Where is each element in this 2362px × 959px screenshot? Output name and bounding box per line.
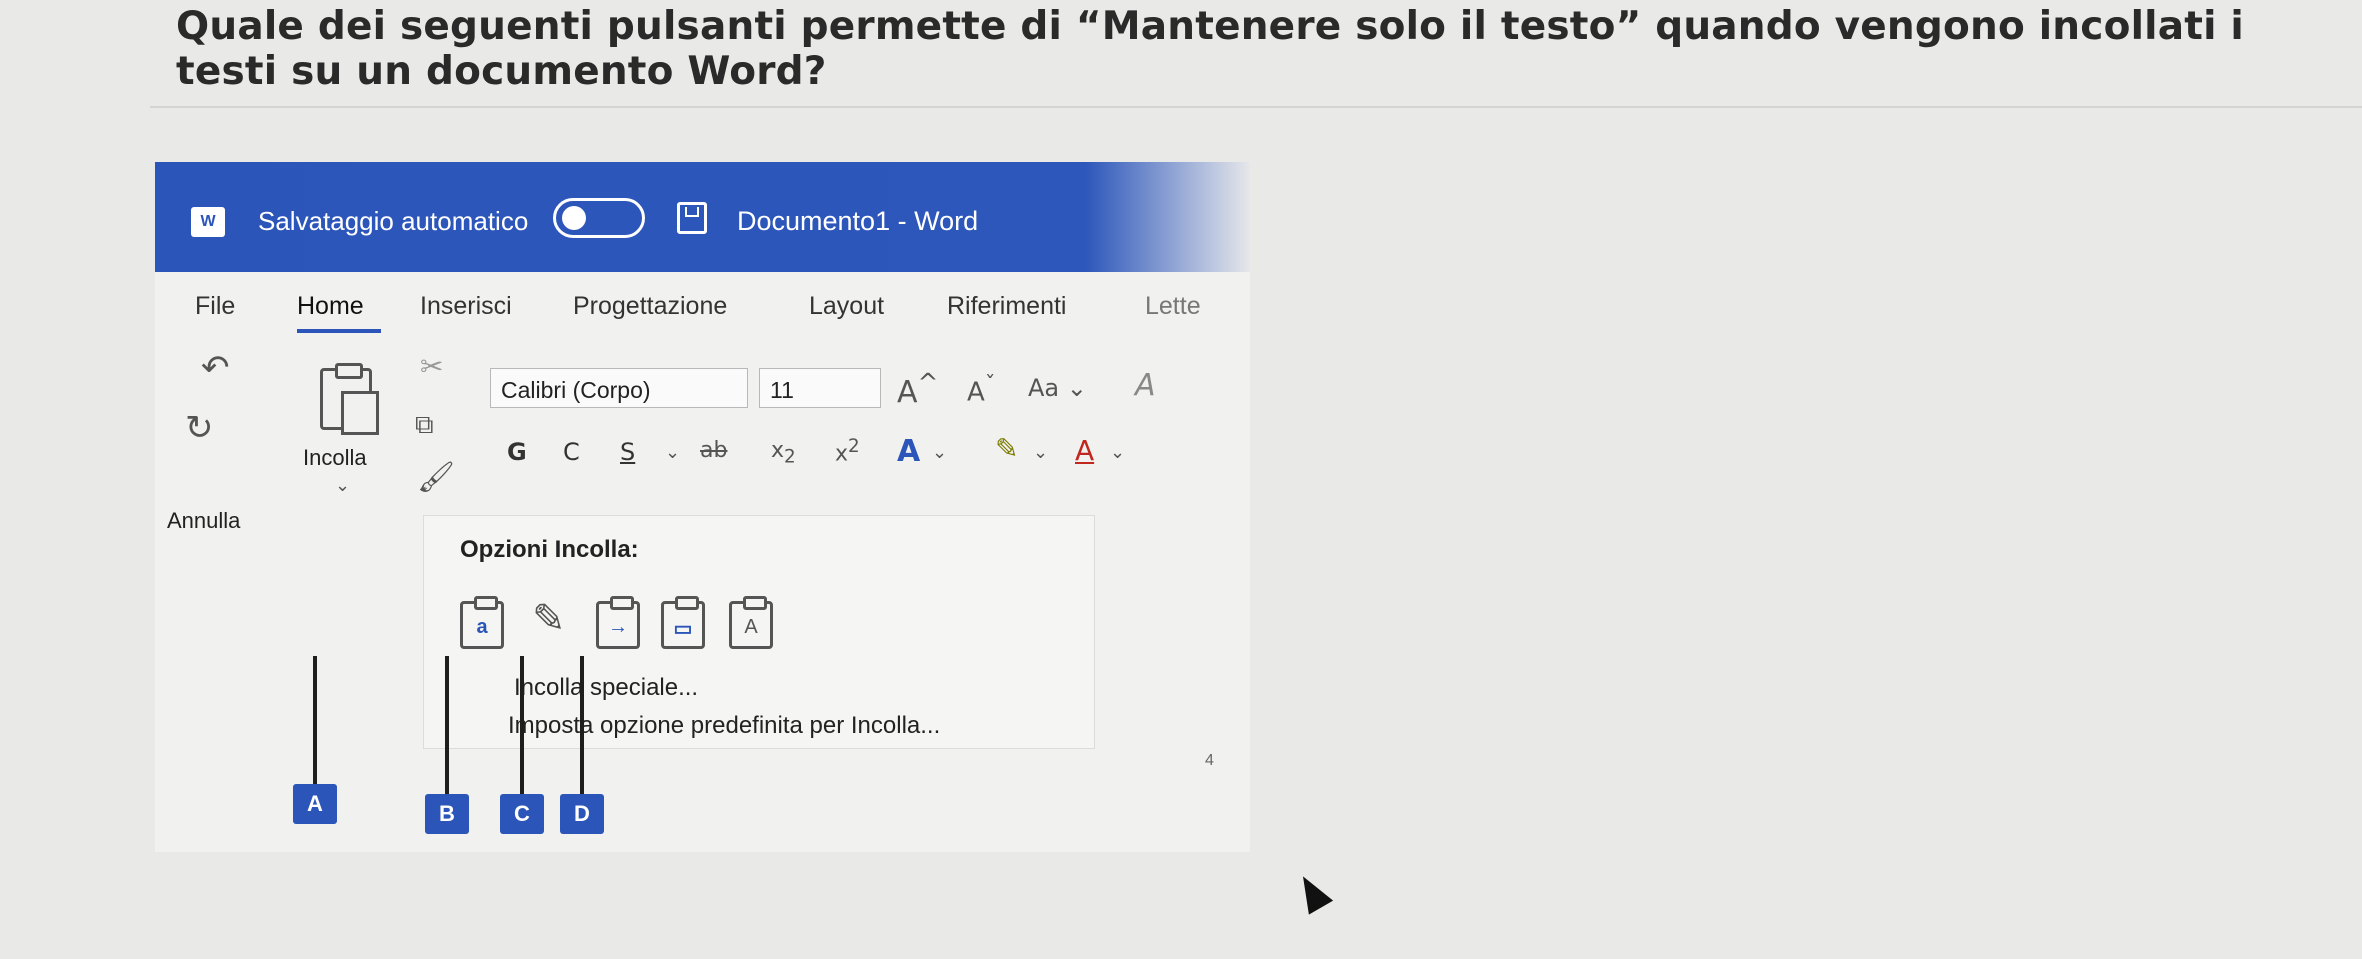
grow-font-icon[interactable]: A^	[897, 368, 938, 410]
highlight-icon[interactable]: ✎	[995, 432, 1018, 465]
save-icon[interactable]	[677, 202, 707, 234]
title-bar: W Salvataggio automatico Documento1 - Wo…	[155, 162, 1250, 272]
text-paste-icon[interactable]: A	[729, 596, 773, 649]
question-text: Quale dei seguenti pulsanti permette di …	[176, 4, 2244, 94]
tab-inserisci[interactable]: Inserisci	[420, 292, 512, 321]
divider	[150, 106, 2362, 108]
marker-line-c	[520, 656, 524, 816]
tab-progettazione[interactable]: Progettazione	[573, 292, 727, 321]
word-app-icon: W	[191, 207, 225, 237]
redo-icon[interactable]: ↻	[185, 408, 214, 448]
paste-special-item[interactable]: Incolla speciale...	[514, 674, 698, 702]
font-color-icon[interactable]: A	[1075, 434, 1094, 467]
font-name-value: Calibri (Corpo)	[501, 377, 651, 403]
tab-home[interactable]: Home	[297, 292, 364, 321]
ruler-number: 4	[1205, 752, 1214, 769]
shrink-font-icon[interactable]: Aˇ	[967, 372, 996, 408]
font-size-select[interactable]: 11	[759, 368, 881, 408]
document-title: Documento1 - Word	[737, 206, 979, 236]
keep-source-format-icon[interactable]: a	[460, 596, 504, 649]
marker-c: C	[500, 794, 544, 834]
cut-icon[interactable]: ✂	[420, 350, 443, 383]
underline-button[interactable]: S	[620, 438, 635, 466]
chevron-down-icon[interactable]: ⌄	[1110, 442, 1125, 463]
clear-format-icon[interactable]: A	[1135, 368, 1156, 403]
marker-line-d	[580, 656, 584, 816]
chevron-down-icon[interactable]: ⌄	[1033, 442, 1048, 463]
paste-icon[interactable]	[320, 363, 379, 435]
font-size-value: 11	[770, 377, 794, 403]
keep-text-only-icon[interactable]: →	[596, 596, 640, 649]
paste-options-title: Opzioni Incolla:	[460, 536, 639, 563]
tab-file[interactable]: File	[195, 292, 235, 321]
format-painter-icon[interactable]: 🖌	[417, 460, 455, 495]
text-effects-icon[interactable]: A	[897, 434, 920, 469]
toggle-knob	[562, 206, 586, 230]
chevron-down-icon[interactable]: ⌄	[665, 442, 680, 463]
marker-b: B	[425, 794, 469, 834]
active-tab-indicator	[297, 329, 381, 333]
strikethrough-icon[interactable]: ab	[700, 438, 727, 463]
undo-icon[interactable]: ↶	[201, 348, 230, 388]
marker-d: D	[560, 794, 604, 834]
paste-label[interactable]: Incolla	[303, 445, 367, 471]
merge-format-icon[interactable]: ✎	[532, 596, 566, 642]
picture-paste-icon[interactable]: ▭	[661, 596, 705, 649]
chevron-down-icon[interactable]: ⌄	[932, 442, 947, 463]
marker-line-b	[445, 656, 449, 816]
undo-group-label: Annulla	[167, 508, 241, 533]
tab-riferimenti[interactable]: Riferimenti	[947, 292, 1066, 321]
set-default-paste-item[interactable]: Imposta opzione predefinita per Incolla.…	[508, 712, 940, 740]
autosave-label: Salvataggio automatico	[258, 206, 529, 236]
tab-lettere[interactable]: Lette	[1145, 292, 1201, 321]
menu-bar: File Home Inserisci Progettazione Layout…	[155, 272, 1250, 340]
copy-icon[interactable]: ⧉	[415, 410, 434, 441]
mouse-cursor-icon	[1290, 869, 1334, 915]
subscript-icon[interactable]: x2	[771, 438, 796, 467]
change-case-button[interactable]: Aa ⌄	[1028, 374, 1087, 402]
word-screenshot: W Salvataggio automatico Documento1 - Wo…	[155, 162, 1250, 852]
ribbon-home: ↶ ↻ Incolla ⌄ ✂ ⧉ 🖌 Calibri (Corpo) 11 A…	[155, 340, 1250, 533]
bold-button[interactable]: G	[507, 438, 527, 466]
chevron-down-icon[interactable]: ⌄	[335, 475, 350, 496]
superscript-icon[interactable]: x2	[835, 436, 860, 466]
marker-a: A	[293, 784, 337, 824]
change-case-label: Aa	[1028, 374, 1060, 402]
autosave-toggle[interactable]	[553, 198, 645, 238]
tab-layout[interactable]: Layout	[809, 292, 884, 321]
italic-button[interactable]: C	[563, 438, 580, 466]
font-name-select[interactable]: Calibri (Corpo)	[490, 368, 748, 408]
